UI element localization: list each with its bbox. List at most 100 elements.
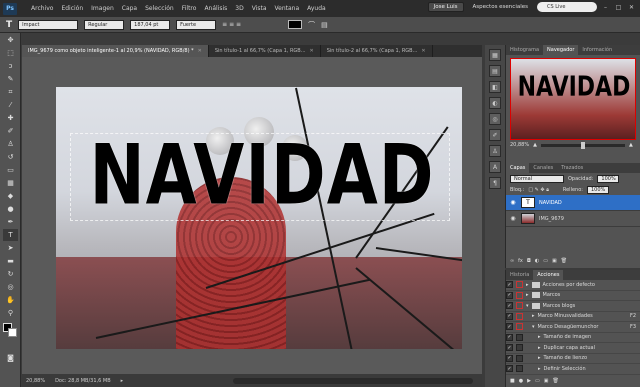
action-toggle-checkbox[interactable]: ✓ [506,312,513,320]
align-buttons[interactable]: ≡ ≡ ≡ [222,21,282,28]
menu-capa[interactable]: Capa [122,5,137,12]
navigator-zoom-value[interactable]: 20,88% [510,142,529,148]
document-image[interactable]: NAVIDAD [56,87,462,349]
action-row[interactable]: ✓ ▸ Tamaño de lienzo [506,354,640,364]
menu-imagen[interactable]: Imagen [91,5,114,12]
font-size-field[interactable]: 187,04 pt [130,19,171,30]
dialog-toggle-box[interactable] [516,281,523,289]
document-tab[interactable]: IMG_9679 como objeto inteligente-1 al 20… [22,45,209,57]
menu-analisis[interactable]: Análisis [204,5,227,12]
color-panel-icon[interactable]: ▦ [489,49,501,61]
dialog-toggle-box[interactable] [516,302,523,310]
workspace-switcher[interactable]: Aspectos esenciales [467,3,533,11]
expand-arrow-icon[interactable]: ▸ [526,292,529,298]
3d-orbit-tool-icon[interactable]: ◎ [3,281,18,293]
document-tab[interactable]: Sin título-2 al 66,7% (Capa 1, RGB... ✕ [321,45,433,57]
minimize-icon[interactable]: – [601,3,610,12]
tab-histograma[interactable]: Histograma [506,45,543,55]
zoom-out-icon[interactable]: ▲ [533,142,537,148]
expand-arrow-icon[interactable]: ▸ [538,366,541,372]
3d-rotate-tool-icon[interactable]: ↻ [3,268,18,280]
dialog-toggle-box[interactable] [516,333,523,341]
action-row[interactable]: ✓ ▸ Definir Selección [506,364,640,375]
masks-panel-icon[interactable]: ◎ [489,113,501,125]
path-select-tool-icon[interactable]: ➤ [3,242,18,254]
action-toggle-checkbox[interactable]: ✓ [506,281,513,289]
action-toggle-checkbox[interactable]: ✓ [506,302,513,310]
document-tab[interactable]: Sin título-1 al 66,7% (Capa 1, RGB... ✕ [209,45,321,57]
type-tool-icon[interactable]: T [6,20,12,30]
expand-arrow-icon[interactable]: ▸ [532,313,535,319]
eye-icon[interactable]: ◉ [509,199,517,207]
history-brush-tool-icon[interactable]: ↺ [3,151,18,163]
warp-text-icon[interactable]: ⌒ [308,20,315,30]
expand-arrow-icon[interactable]: ▸ [538,334,541,340]
record-icon[interactable]: ● [519,378,523,384]
layer-name[interactable]: NAVIDAD [539,200,562,206]
stop-icon[interactable]: ■ [510,378,515,384]
action-toggle-checkbox[interactable]: ✓ [506,333,513,341]
fill-field[interactable]: 100% [586,185,609,194]
horizontal-scrollbar[interactable] [233,377,474,384]
link-layers-icon[interactable]: ∞ [510,258,514,264]
status-arrow-icon[interactable]: ▸ [121,378,124,384]
crop-tool-icon[interactable]: ⌗ [3,86,18,98]
expand-arrow-icon[interactable]: ▾ [526,303,529,309]
user-button[interactable]: Jose Luis [427,2,464,12]
action-row[interactable]: ✓ ▾ Marcos blogs [506,301,640,312]
shape-tool-icon[interactable]: ▬ [3,255,18,267]
menu-archivo[interactable]: Archivo [31,5,53,12]
tab-navegador[interactable]: Navegador [543,45,579,55]
menu-seleccion[interactable]: Selección [145,5,174,12]
brushes-panel-icon[interactable]: ✐ [489,129,501,141]
canvas-area[interactable]: NAVIDAD [22,57,482,374]
action-toggle-checkbox[interactable]: ✓ [506,344,513,352]
healing-tool-icon[interactable]: ✚ [3,112,18,124]
zoom-slider-handle[interactable] [580,141,585,149]
eyedropper-tool-icon[interactable]: ⁄ [3,99,18,111]
expand-arrow-icon[interactable]: ▸ [526,282,529,288]
delete-action-icon[interactable]: 🗑︎ [552,378,558,384]
zoom-level[interactable]: 20,88% [26,378,45,384]
clone-source-panel-icon[interactable]: ♙ [489,145,501,157]
menu-3d[interactable]: 3D [235,5,243,12]
paragraph-panel-icon[interactable]: ¶ [489,177,501,189]
maximize-icon[interactable]: □ [614,3,623,12]
layer-name[interactable]: IMG_9679 [539,216,564,222]
dialog-toggle-box[interactable] [516,344,523,352]
play-icon[interactable]: ▶ [527,378,531,384]
move-tool-icon[interactable]: ✥ [3,34,18,46]
menu-ayuda[interactable]: Ayuda [307,5,326,12]
close-tab-icon[interactable]: ✕ [421,48,425,54]
zoom-in-icon[interactable]: ▲ [629,142,633,148]
character-panel-icon[interactable]: A [489,161,501,173]
character-panel-icon[interactable]: ▤ [321,21,328,29]
type-tool-icon[interactable]: T [3,229,18,241]
new-action-icon[interactable]: ▣ [544,378,549,384]
layer-row[interactable]: ◉ T NAVIDAD [506,195,640,211]
marquee-tool-icon[interactable]: ⬚ [3,47,18,59]
blend-mode-select[interactable]: Normal [510,174,564,183]
navidad-text-layer[interactable]: NAVIDAD [72,127,452,223]
cs-live-search[interactable]: CS Live [537,2,597,12]
color-swatches[interactable] [3,323,17,337]
new-layer-icon[interactable]: ▣ [552,258,557,264]
tab-trazados[interactable]: Trazados [557,163,587,173]
blur-tool-icon[interactable]: ◆ [3,190,18,202]
adjustments-panel-icon[interactable]: ◐ [489,97,501,109]
menu-edicion[interactable]: Edición [61,5,83,12]
antialias-select[interactable]: Fuerte [176,19,217,30]
dodge-tool-icon[interactable]: ● [3,203,18,215]
tab-capas[interactable]: Capas [506,163,530,173]
menu-vista[interactable]: Vista [252,5,267,12]
action-row[interactable]: ✓ ▸ Marcos [506,291,640,301]
action-toggle-checkbox[interactable]: ✓ [506,291,513,299]
navigator-thumbnail[interactable]: NAVIDAD [510,58,636,140]
dialog-toggle-box[interactable] [516,291,523,299]
close-tab-icon[interactable]: ✕ [198,48,202,54]
lasso-tool-icon[interactable]: ↄ [3,60,18,72]
layer-row[interactable]: ◉ IMG_9679 [506,211,640,227]
action-row[interactable]: ✓ ▸ Acciones por defecto [506,280,640,291]
action-toggle-checkbox[interactable]: ✓ [506,323,513,331]
zoom-slider[interactable] [540,141,625,149]
